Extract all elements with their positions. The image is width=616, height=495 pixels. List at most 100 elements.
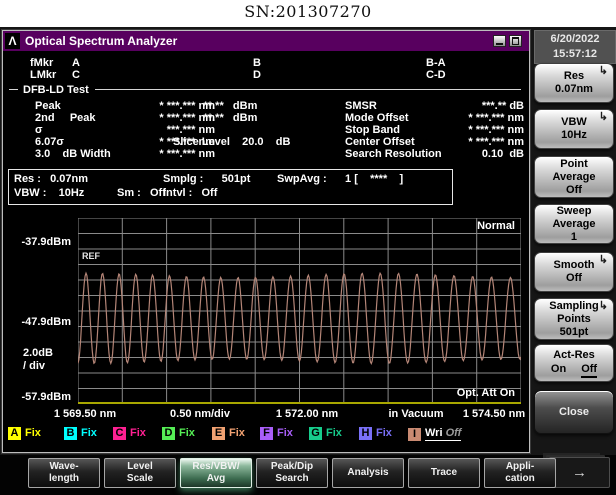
- test-section-divider: DFB-LD Test: [9, 83, 521, 96]
- trace-marker-b: BFix: [64, 427, 97, 440]
- menu-button-wave-length[interactable]: Wave-length: [28, 458, 100, 488]
- sidebar-button-res-0-07nm[interactable]: ↳Res0.07nm: [534, 63, 614, 103]
- measurement-readout: Peak* ***.*** nm **.** dBmSMSR***.** dB2…: [3, 100, 529, 160]
- marker-letter-box: H: [359, 427, 372, 440]
- measurement-cell: Slice Level 20.0 dB: [173, 136, 290, 148]
- marker-letter-box: G: [309, 427, 322, 440]
- measurement-cell: ***.*** nm: [121, 124, 215, 136]
- measurement-cell: * ***.*** nm: [121, 148, 215, 160]
- x-tick-center: 1 572.00 nm: [276, 408, 338, 420]
- intvl-status: Intvl : Off: [163, 187, 217, 200]
- ref-level-label: REF: [82, 251, 100, 261]
- sidebar-button-sweep-average-1[interactable]: SweepAverage1: [534, 204, 614, 244]
- measurement-cell: * ***.*** nm: [428, 112, 524, 124]
- trace-marker-legend: AFixBFixCFixDFixEFixFFixGFixHFixIWri Off: [3, 427, 529, 442]
- fmkr-b: B: [253, 57, 261, 69]
- measurement-cell: * ***.*** nm: [428, 136, 524, 148]
- marker-state-label: Fix: [376, 427, 392, 440]
- submenu-arrow-icon: ↳: [599, 300, 608, 313]
- measurement-cell: 6.07σ: [35, 136, 64, 148]
- marker-state-label: Fix: [179, 427, 195, 440]
- lmkr-label: LMkr: [30, 69, 56, 81]
- submenu-arrow-icon: ↳: [599, 111, 608, 124]
- instrument-screen: Λ Optical Spectrum Analyzer fMkr A B B-A…: [0, 27, 616, 495]
- measurement-row: Peak* ***.*** nm **.** dBmSMSR***.** dB: [3, 100, 529, 112]
- sidebar-button-label: SweepAverage1: [552, 205, 595, 244]
- sidebar-button-label: SamplingPoints501pt: [549, 300, 599, 339]
- marker-state-label: Fix: [25, 427, 41, 440]
- menu-button-peak-dip-search[interactable]: Peak/DipSearch: [256, 458, 328, 488]
- menu-button-analysis[interactable]: Analysis: [332, 458, 404, 488]
- menu-button-appli-cation[interactable]: Appli-cation: [484, 458, 556, 488]
- x-scale-per-div: 0.50 nm/div: [170, 408, 230, 420]
- menu-button-trace[interactable]: Trace: [408, 458, 480, 488]
- measurement-cell: Stop Band: [345, 124, 400, 136]
- trace-marker-e: EFix: [212, 427, 245, 440]
- submenu-arrow-icon: ↳: [599, 254, 608, 267]
- measurement-cell: SMSR: [345, 100, 377, 112]
- measurement-cell: **.** dBm: [173, 100, 257, 112]
- sidebar-button-label: Act-Res: [553, 349, 595, 362]
- fmkr-a: A: [72, 57, 80, 69]
- sidebar-button-label: VBW10Hz: [561, 116, 587, 142]
- measurement-cell: Peak: [35, 100, 61, 112]
- measurement-row: σ***.*** nmStop Band* ***.*** nm: [3, 124, 529, 136]
- spectrum-plot: Normal REF Opt. Att On: [78, 218, 521, 404]
- fmkr-label: fMkr: [30, 57, 53, 69]
- sidebar-button-vbw-10hz[interactable]: ↳ VBW10Hz: [534, 109, 614, 149]
- y-tick-bottom: -57.9dBm: [3, 391, 71, 404]
- marker-state-label: Fix: [81, 427, 97, 440]
- submenu-arrow-icon: ↳: [599, 65, 608, 78]
- marker-state-label: Fix: [229, 427, 245, 440]
- x-tick-start: 1 569.50 nm: [54, 408, 116, 420]
- trace-marker-i: IWri Off: [408, 427, 461, 441]
- marker-state-label: Fix: [130, 427, 146, 440]
- trace-marker-g: G Fix: [309, 427, 342, 440]
- test-name: DFB-LD Test: [23, 84, 89, 96]
- minimize-button[interactable]: [493, 35, 506, 47]
- sidebar-button-point-average-off[interactable]: PointAverageOff: [534, 156, 614, 198]
- bottom-menu-bar: → Wave-lengthLevelScaleRes/VBW/AvgPeak/D…: [0, 455, 616, 495]
- spectrum-trace-svg: [78, 218, 521, 404]
- y-scale-per-div: 2.0dB: [23, 347, 53, 360]
- vbw-status: VBW : 10Hz: [14, 187, 84, 200]
- measurement-row: 6.07σ* ***.*** nmSlice Level 20.0 dBCent…: [3, 136, 529, 148]
- datetime-panel: 6/20/2022 15:57:12: [534, 30, 616, 64]
- sidebar-button-label: PointAverageOff: [552, 158, 595, 197]
- x-tick-end: 1 574.50 nm: [463, 408, 525, 420]
- marker-letter-box: F: [260, 427, 273, 440]
- act-res-on[interactable]: On: [551, 363, 566, 378]
- lmkr-diff: C-D: [426, 69, 446, 81]
- menu-button-level-scale[interactable]: LevelScale: [104, 458, 176, 488]
- trace-marker-h: H Fix: [359, 427, 392, 440]
- date-text: 6/20/2022: [535, 32, 615, 47]
- sm-status: Sm : Off: [117, 187, 166, 200]
- measurement-cell: 3.0 dB Width: [35, 148, 111, 160]
- maximize-button[interactable]: [509, 35, 522, 47]
- sidebar-button-act-res[interactable]: Act-ResOn Off: [534, 344, 614, 382]
- act-res-off[interactable]: Off: [581, 363, 597, 378]
- trace-marker-a: AFix: [8, 427, 41, 440]
- trace-marker-d: D Fix: [162, 427, 195, 440]
- sidebar-button-label: Close: [559, 406, 589, 419]
- marker-state-label: Wri Off: [425, 427, 461, 441]
- osa-window: Λ Optical Spectrum Analyzer fMkr A B B-A…: [2, 30, 530, 453]
- y-scale-per-div-2: / div: [23, 360, 45, 373]
- marker-letter-box: D: [162, 427, 175, 440]
- window-title: Optical Spectrum Analyzer: [25, 34, 177, 48]
- measurement-row: 3.0 dB Width* ***.*** nmSearch Resolutio…: [3, 148, 529, 160]
- lmkr-c: C: [72, 69, 80, 81]
- trace-marker-f: FFix: [260, 427, 293, 440]
- measurement-cell: σ: [35, 124, 43, 136]
- sidebar-button-smooth-off[interactable]: ↳SmoothOff: [534, 252, 614, 292]
- sidebar-button-sampling-points-501pt[interactable]: ↳SamplingPoints501pt: [534, 298, 614, 340]
- fmkr-diff: B-A: [426, 57, 446, 69]
- more-menu-button[interactable]: →: [549, 457, 610, 488]
- y-tick-mid: -47.9dBm: [3, 316, 71, 329]
- menu-button-res-vbw-avg[interactable]: Res/VBW/Avg: [180, 458, 252, 488]
- sidebar-button-close[interactable]: Close: [534, 390, 614, 434]
- marker-state-label: Fix: [326, 427, 342, 440]
- marker-letter-box: C: [113, 427, 126, 440]
- measurement-cell: **.** dBm: [173, 112, 257, 124]
- time-text: 15:57:12: [535, 47, 615, 62]
